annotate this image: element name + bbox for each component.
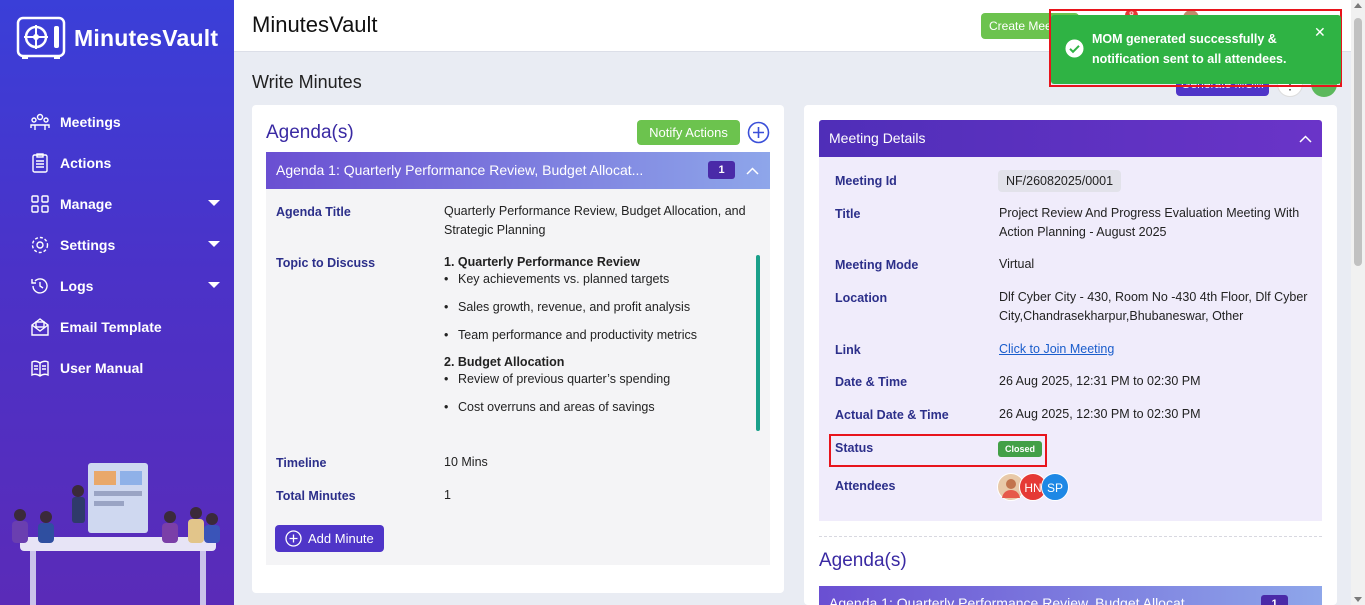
sidebar-item-label: Manage	[60, 195, 113, 212]
topic-bullet: Team performance and productivity metric…	[444, 327, 764, 355]
agenda-count-badge: 1	[708, 161, 735, 179]
scroll-thumb[interactable]	[1354, 18, 1362, 266]
status-highlight-box	[829, 434, 1047, 467]
meeting-mode-value: Virtual	[999, 257, 1035, 271]
sidebar-item-actions[interactable]: Actions	[0, 142, 234, 183]
agenda-accordion-body: Agenda Title Quarterly Performance Revie…	[266, 189, 770, 565]
link-label: Link	[835, 343, 861, 357]
sidebar-item-meetings[interactable]: Meetings	[0, 101, 234, 142]
success-toast: MOM generated successfully & notificatio…	[1051, 15, 1341, 84]
timeline-label: Timeline	[276, 456, 327, 470]
meeting-details-card: Meeting Details Meeting Id NF/26082025/0…	[804, 105, 1337, 605]
vault-logo-icon	[16, 16, 66, 59]
meeting-illustration	[12, 463, 220, 605]
sidebar-item-manage[interactable]: Manage	[0, 183, 234, 224]
logo-text: MinutesVault	[74, 24, 219, 51]
meetings-icon	[30, 113, 50, 130]
title-label: Title	[835, 207, 861, 221]
toast-message: MOM generated successfully & notificatio…	[1092, 32, 1287, 66]
actual-date-time-label: Actual Date & Time	[835, 408, 949, 422]
agenda-accordion-title: Agenda 1: Quarterly Performance Review, …	[276, 162, 644, 178]
meeting-mode-label: Meeting Mode	[835, 258, 919, 272]
topic-label: Topic to Discuss	[276, 256, 376, 270]
right-agenda-heading: Agenda(s)	[819, 550, 907, 571]
page-scrollbar[interactable]	[1351, 0, 1365, 605]
location-value: Dlf Cyber City - 430, Room No -430 4th F…	[999, 290, 1308, 323]
sidebar-item-label: Meetings	[60, 113, 121, 130]
sidebar-item-label: User Manual	[60, 359, 144, 376]
agenda-card: Agenda(s) Notify Actions Agenda 1: Quart…	[252, 105, 784, 593]
attendees-label: Attendees	[835, 479, 896, 493]
chevron-down-icon	[208, 282, 220, 288]
timeline-value: 10 Mins	[444, 455, 488, 469]
agenda-title-label: Agenda Title	[276, 205, 351, 219]
close-icon[interactable]: ✕	[1314, 24, 1326, 41]
total-minutes-value: 1	[444, 488, 451, 502]
right-agenda-accordion-title: Agenda 1: Quarterly Performance Review, …	[829, 595, 1197, 605]
email-template-icon	[31, 317, 49, 336]
meeting-details-header[interactable]: Meeting Details	[819, 120, 1322, 157]
topic-bullet: Cost overruns and areas of savings	[444, 399, 764, 427]
date-time-value: 26 Aug 2025, 12:31 PM to 02:30 PM	[999, 374, 1201, 388]
meeting-id-value: NF/26082025/0001	[998, 170, 1122, 192]
sidebar-item-logs[interactable]: Logs	[0, 265, 234, 306]
add-agenda-icon[interactable]	[747, 121, 770, 144]
topic-scrollbar[interactable]	[756, 255, 760, 431]
sidebar-item-label: Actions	[60, 154, 112, 171]
sidebar-item-label: Email Template	[60, 318, 162, 335]
actions-icon	[32, 152, 48, 173]
topic-bullet: Key achievements vs. planned targets	[444, 271, 764, 299]
attendee-avatar[interactable]: SP	[1041, 473, 1069, 501]
scroll-up-arrow-icon[interactable]	[1354, 3, 1362, 8]
notify-actions-button[interactable]: Notify Actions	[637, 120, 740, 145]
settings-icon	[31, 236, 49, 253]
meeting-details-title: Meeting Details	[829, 130, 926, 146]
topic-heading: 2. Budget Allocation	[444, 355, 565, 369]
meeting-id-label: Meeting Id	[835, 174, 897, 188]
agenda-accordion-header[interactable]: Agenda 1: Quarterly Performance Review, …	[266, 152, 770, 189]
title-value: Project Review And Progress Evaluation M…	[999, 206, 1300, 239]
plus-circle-icon	[285, 530, 302, 547]
manage-icon	[31, 194, 49, 213]
section-divider	[819, 536, 1322, 537]
right-agenda-count-badge: 1	[1261, 595, 1288, 605]
topic-heading: 1. Quarterly Performance Review	[444, 255, 640, 269]
check-circle-icon	[1065, 39, 1084, 58]
sidebar-item-label: Logs	[60, 277, 94, 294]
actual-date-time-value: 26 Aug 2025, 12:30 PM to 02:30 PM	[999, 407, 1201, 421]
app-logo[interactable]: MinutesVault	[16, 16, 218, 60]
date-time-label: Date & Time	[835, 375, 908, 389]
add-minute-label: Add Minute	[308, 531, 374, 546]
page-title: Write Minutes	[252, 72, 362, 92]
chevron-up-icon[interactable]	[1299, 135, 1312, 143]
agenda-title-value: Quarterly Performance Review, Budget All…	[444, 204, 746, 237]
location-label: Location	[835, 291, 888, 305]
user-manual-icon	[31, 360, 49, 377]
app-title: MinutesVault	[252, 12, 378, 37]
total-minutes-label: Total Minutes	[276, 489, 356, 503]
chevron-up-icon[interactable]	[746, 167, 759, 175]
topic-bullet: Review of previous quarter’s spending	[444, 371, 764, 399]
scroll-down-arrow-icon[interactable]	[1354, 597, 1362, 602]
sidebar-item-settings[interactable]: Settings	[0, 224, 234, 265]
sidebar-nav: Meetings Actions Manage Settings Logs Em…	[0, 101, 234, 388]
sidebar-item-label: Settings	[60, 236, 116, 253]
sidebar-item-email-template[interactable]: Email Template	[0, 306, 234, 347]
sidebar: MinutesVault Meetings Actions Manage Set…	[0, 0, 234, 605]
chevron-down-icon	[208, 200, 220, 206]
sidebar-item-user-manual[interactable]: User Manual	[0, 347, 234, 388]
topic-content: 1. Quarterly Performance Review Key achi…	[444, 255, 764, 433]
add-minute-button[interactable]: Add Minute	[275, 525, 384, 552]
logs-icon	[31, 277, 48, 294]
agenda-heading: Agenda(s)	[266, 122, 354, 143]
join-meeting-link[interactable]: Click to Join Meeting	[999, 340, 1114, 359]
chevron-down-icon	[208, 241, 220, 247]
right-agenda-accordion-header[interactable]: Agenda 1: Quarterly Performance Review, …	[819, 586, 1322, 605]
topic-bullet: Sales growth, revenue, and profit analys…	[444, 299, 764, 327]
